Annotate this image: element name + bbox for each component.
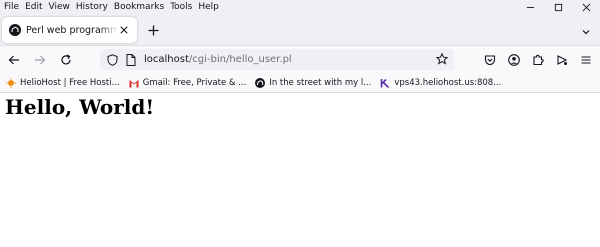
bookmark-star-button[interactable] — [435, 52, 449, 66]
vps-icon — [380, 78, 390, 88]
pocket-icon — [484, 55, 496, 66]
menu-bar: File Edit View History Bookmarks Tools H… — [0, 0, 600, 15]
toolbar-right-buttons — [478, 48, 598, 72]
account-icon — [508, 54, 520, 66]
bookmark-perl-street[interactable]: In the street with my l... — [255, 78, 371, 88]
browser-chrome: File Edit View History Bookmarks Tools H… — [0, 0, 600, 93]
reload-button[interactable] — [54, 48, 78, 72]
perl-camel-icon — [255, 78, 266, 88]
bookmark-heliohost[interactable]: HelioHost | Free Hosti... — [6, 78, 120, 88]
address-bar[interactable]: localhost/cgi-bin/hello_user.pl — [100, 49, 454, 70]
tracking-protection-icon[interactable] — [105, 53, 119, 67]
menu-tools[interactable]: Tools — [167, 0, 195, 15]
back-button[interactable] — [2, 48, 26, 72]
chevron-down-icon — [582, 30, 590, 35]
page-info-icon[interactable] — [124, 53, 138, 67]
bookmark-label: HelioHost | Free Hosti... — [20, 78, 120, 88]
page-heading: Hello, World! — [5, 95, 155, 119]
menu-help[interactable]: Help — [195, 0, 222, 15]
list-all-tabs-button[interactable] — [578, 24, 594, 40]
menu-view[interactable]: View — [46, 0, 73, 15]
menu-edit[interactable]: Edit — [22, 0, 45, 15]
bookmark-label: Gmail: Free, Private & ... — [142, 78, 247, 88]
hamburger-menu-icon — [581, 56, 591, 64]
tab-strip: Perl web programming (Perl script) — [0, 15, 600, 45]
arrow-right-icon — [35, 55, 46, 65]
reload-icon — [61, 54, 71, 65]
page-content: Hello, World! — [0, 95, 600, 119]
plus-icon — [148, 25, 158, 35]
menu-history[interactable]: History — [73, 0, 111, 15]
bookmarks-toolbar: HelioHost | Free Hosti... Gmail: Free, P… — [0, 74, 600, 93]
bookmark-label: vps43.heliohost.us:808... — [394, 78, 502, 88]
url-text[interactable]: localhost/cgi-bin/hello_user.pl — [144, 54, 292, 65]
close-icon — [582, 3, 590, 12]
menu-file[interactable]: File — [0, 0, 22, 15]
tab-close-button[interactable] — [118, 24, 130, 36]
tab-active[interactable]: Perl web programming (Perl script) — [2, 17, 137, 43]
bookmark-gmail[interactable]: Gmail: Free, Private & ... — [129, 78, 247, 88]
new-tab-button[interactable] — [141, 17, 165, 43]
puzzle-icon — [533, 54, 544, 66]
pocket-button[interactable] — [478, 48, 502, 72]
minimize-icon — [526, 7, 534, 8]
perl-camel-icon — [9, 24, 21, 36]
gmail-icon — [129, 78, 139, 88]
bookmark-label: In the street with my l... — [269, 78, 372, 88]
url-host: localhost — [144, 54, 189, 65]
extension-toggle-button[interactable] — [550, 48, 574, 72]
close-window-button[interactable] — [572, 0, 600, 15]
maximize-button[interactable] — [544, 0, 572, 15]
window-controls — [516, 0, 600, 15]
arrow-left-icon — [8, 55, 19, 65]
maximize-icon — [554, 3, 562, 12]
app-menu-button[interactable] — [574, 48, 598, 72]
minimize-button[interactable] — [516, 0, 544, 15]
star-icon — [436, 53, 448, 65]
navigation-toolbar: localhost/cgi-bin/hello_user.pl — [0, 45, 600, 74]
heliohost-icon — [6, 78, 16, 88]
menu-bookmarks[interactable]: Bookmarks — [111, 0, 167, 15]
bookmark-vps43[interactable]: vps43.heliohost.us:808... — [380, 78, 501, 88]
account-button[interactable] — [502, 48, 526, 72]
close-icon — [120, 26, 128, 34]
forward-button[interactable] — [28, 48, 52, 72]
extensions-button[interactable] — [526, 48, 550, 72]
url-path: /cgi-bin/hello_user.pl — [188, 54, 292, 65]
extension-icon — [557, 55, 568, 65]
tab-title: Perl web programming (Perl script) — [26, 24, 118, 36]
